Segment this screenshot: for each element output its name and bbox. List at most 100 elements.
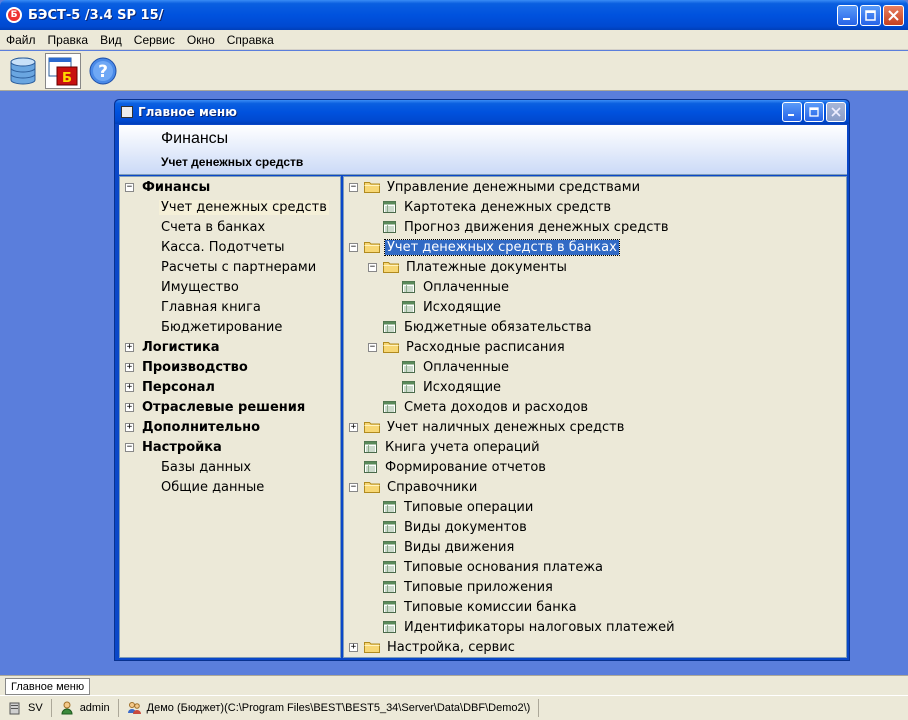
table-document-icon (383, 561, 396, 573)
collapse-icon[interactable]: − (368, 262, 377, 272)
right_tree-item[interactable]: Типовые комиссии банка (383, 597, 579, 617)
right_tree-item[interactable]: Виды движения (383, 537, 516, 557)
right_tree-item[interactable]: Исходящие (402, 377, 503, 397)
menu-edit[interactable]: Правка (42, 33, 95, 47)
right_tree-label: Исходящие (423, 379, 502, 395)
left_tree-item[interactable]: − Финансы (125, 177, 212, 197)
window-maximize-button[interactable] (804, 102, 824, 122)
right_tree-item[interactable]: Типовые операции (383, 497, 535, 517)
app-title-bar[interactable]: Б БЭСТ-5 /3.4 SP 15/ (0, 0, 908, 30)
left_tree-item[interactable]: Главная книга (159, 297, 263, 317)
maximize-button[interactable] (860, 5, 881, 26)
right_tree-item[interactable]: Смета доходов и расходов (383, 397, 590, 417)
right_tree-item[interactable]: − Учет денежных средств в банках (349, 237, 620, 257)
database-button[interactable] (5, 53, 41, 89)
window-tab-main-menu[interactable]: Главное меню (5, 678, 91, 695)
left_tree-label: Логистика (142, 339, 220, 355)
left_tree-item[interactable]: Счета в банках (159, 217, 267, 237)
right_tree-item[interactable]: Картотека денежных средств (383, 197, 613, 217)
collapse-icon[interactable]: − (125, 182, 134, 192)
left_tree-item[interactable]: Общие данные (159, 477, 266, 497)
left_tree-item[interactable]: − Настройка (125, 437, 224, 457)
menu-window[interactable]: Окно (181, 33, 221, 47)
right_tree-item[interactable]: Исходящие (402, 297, 503, 317)
best-app-button[interactable]: Б (45, 52, 81, 89)
right_tree-label: Управление денежными средствами (387, 179, 641, 195)
folder-icon (364, 242, 380, 253)
menu-file[interactable]: Файл (0, 33, 42, 47)
left_tree-item[interactable]: Имущество (159, 277, 241, 297)
expand-icon[interactable]: + (125, 362, 134, 372)
right_tree-label: Учет денежных средств в банках (384, 238, 620, 256)
right_tree-label: Прогноз движения денежных средств (404, 219, 669, 235)
left_tree-item[interactable]: Учет денежных средств (159, 197, 329, 217)
left_tree-label: Производство (142, 359, 248, 375)
right_tree-label: Виды документов (404, 519, 527, 535)
right_tree-label: Бюджетные обязательства (404, 319, 592, 335)
right_tree-item[interactable]: − Справочники (349, 477, 479, 497)
right_tree-item[interactable]: Типовые основания платежа (383, 557, 605, 577)
right_tree-item[interactable]: Формирование отчетов (364, 457, 548, 477)
right_tree-item[interactable]: + Учет наличных денежных средств (349, 417, 626, 437)
window-icon (121, 106, 133, 118)
left_tree-item[interactable]: + Отраслевые решения (125, 397, 307, 417)
right_tree-item[interactable]: Оплаченные (402, 277, 511, 297)
table-document-icon (364, 461, 377, 473)
menu-view[interactable]: Вид (94, 33, 128, 47)
expand-icon[interactable]: + (125, 422, 134, 432)
right_tree-label: Типовые комиссии банка (404, 599, 577, 615)
table-document-icon (402, 381, 415, 393)
right_tree-item[interactable]: Идентификаторы налоговых платежей (383, 617, 677, 637)
collapse-icon[interactable]: − (349, 482, 358, 492)
right_tree-item[interactable]: Типовые приложения (383, 577, 555, 597)
minimize-button[interactable] (837, 5, 858, 26)
close-button[interactable] (883, 5, 904, 26)
right_tree-item[interactable]: Виды документов (383, 517, 529, 537)
right_tree-item[interactable]: + Настройка, сервис (349, 637, 517, 657)
window-minimize-button[interactable] (782, 102, 802, 122)
expand-icon[interactable]: + (125, 382, 134, 392)
expand-icon[interactable]: + (349, 642, 358, 652)
expand-icon[interactable]: + (125, 342, 134, 352)
left_tree-label: Учет денежных средств (159, 199, 329, 215)
right_tree-label: Книга учета операций (385, 439, 540, 455)
main-menu-title-bar[interactable]: Главное меню (115, 100, 849, 124)
folder-icon (364, 182, 380, 193)
window-close-button[interactable] (826, 102, 846, 122)
right_tree-label: Смета доходов и расходов (404, 399, 589, 415)
main-menu-window: Главное меню Финансы Учет денежных средс… (114, 99, 850, 661)
collapse-icon[interactable]: − (349, 182, 358, 192)
right_tree-item[interactable]: Книга учета операций (364, 437, 542, 457)
window-title: Главное меню (138, 105, 237, 119)
left_tree-item[interactable]: Расчеты с партнерами (159, 257, 318, 277)
menu-service[interactable]: Сервис (128, 33, 181, 47)
left_tree-item[interactable]: Базы данных (159, 457, 253, 477)
left_tree-item[interactable]: Касса. Подотчеты (159, 237, 286, 257)
right_tree-item[interactable]: − Платежные документы (368, 257, 569, 277)
left_tree-item[interactable]: Бюджетирование (159, 317, 284, 337)
status-bar: SV admin Демо (Бюджет)(C:\Program Files\… (0, 695, 908, 720)
menu-help[interactable]: Справка (221, 33, 280, 47)
right_tree-item[interactable]: Прогноз движения денежных средств (383, 217, 671, 237)
right_tree-item[interactable]: Оплаченные (402, 357, 511, 377)
app-logo-icon[interactable]: Б (6, 7, 22, 23)
svg-text:Б: Б (62, 71, 72, 86)
help-button[interactable]: ? (85, 53, 121, 89)
expand-icon[interactable]: + (349, 422, 358, 432)
table-document-icon (383, 581, 396, 593)
right_tree-item[interactable]: − Расходные расписания (368, 337, 567, 357)
expand-icon[interactable]: + (125, 402, 134, 412)
collapse-icon[interactable]: − (368, 342, 377, 352)
left_tree-item[interactable]: + Персонал (125, 377, 217, 397)
folder-icon (364, 642, 380, 653)
left_tree-item[interactable]: + Логистика (125, 337, 222, 357)
window-tabs-bar: Главное меню (0, 675, 908, 695)
left_tree-item[interactable]: + Производство (125, 357, 250, 377)
right_tree-item[interactable]: − Управление денежными средствами (349, 177, 642, 197)
toolbar: Б ? (0, 51, 908, 91)
left_tree-item[interactable]: + Дополнительно (125, 417, 262, 437)
best-app-icon: Б (48, 57, 78, 86)
right_tree-item[interactable]: Бюджетные обязательства (383, 317, 594, 337)
collapse-icon[interactable]: − (125, 442, 134, 452)
collapse-icon[interactable]: − (349, 242, 358, 252)
